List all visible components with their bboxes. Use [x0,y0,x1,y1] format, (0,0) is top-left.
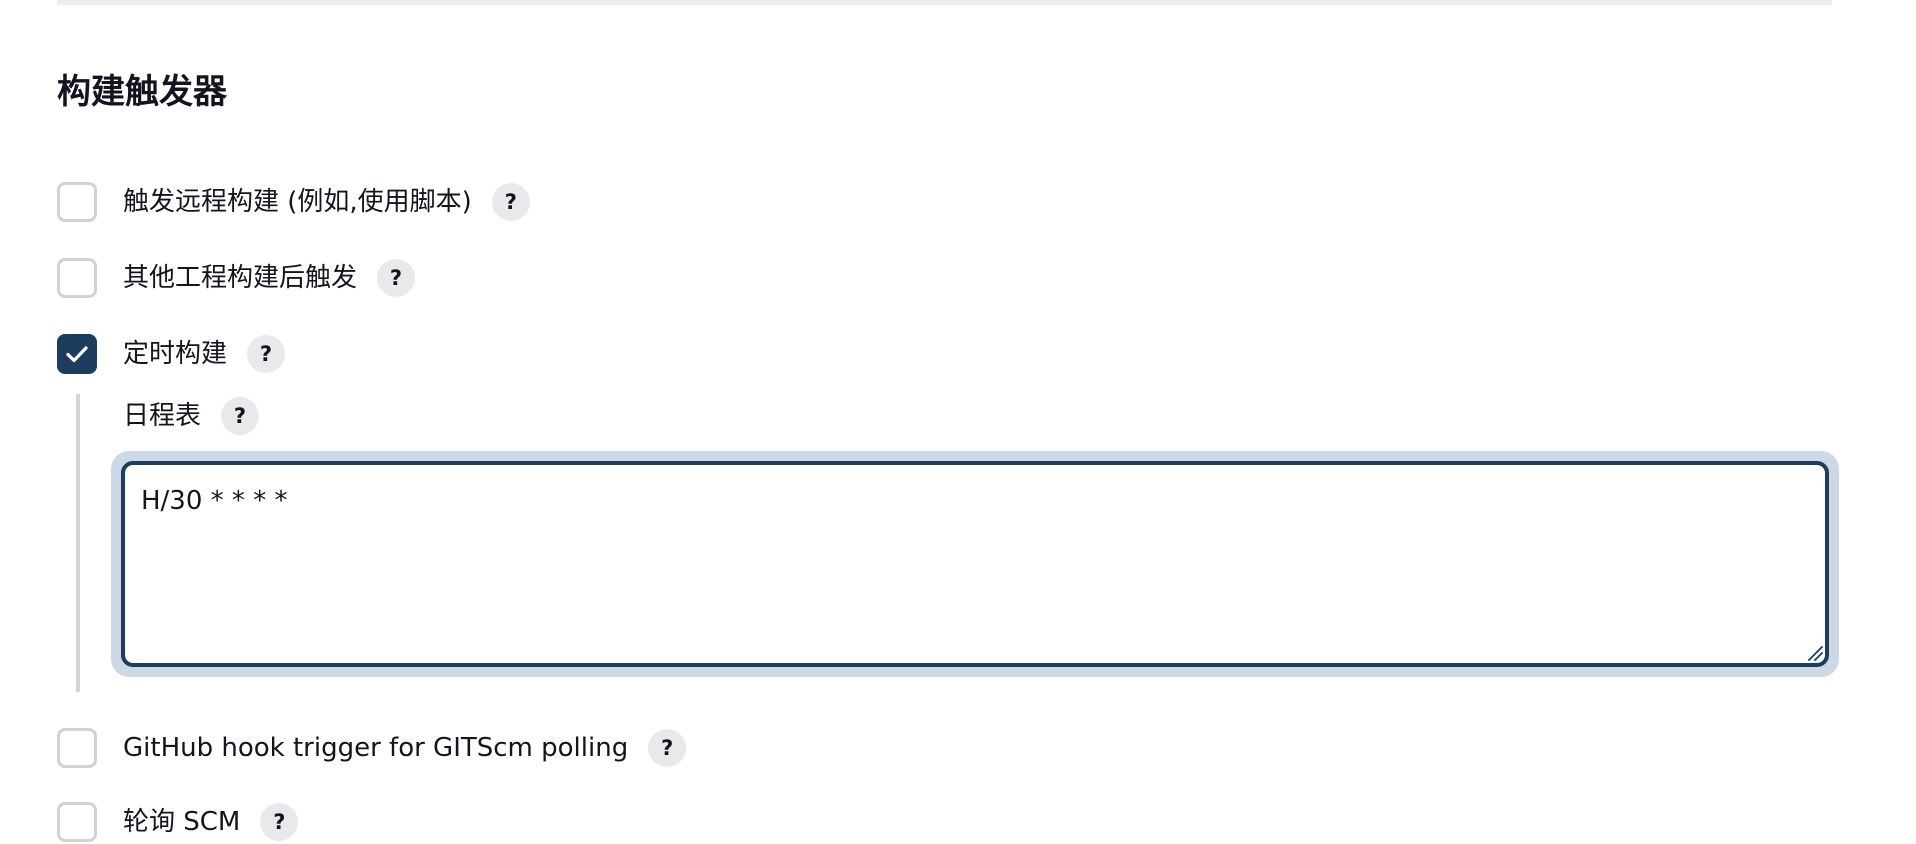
top-divider [57,0,1832,5]
trigger-github-hook-help-icon[interactable]: ? [648,729,687,767]
schedule-label: 日程表 [123,401,202,431]
trigger-poll-scm-row: 轮询 SCM ? [57,800,299,844]
trigger-remote-build-row: 触发远程构建 (例如,使用脚本) ? [57,180,530,224]
trigger-after-other-projects-row: 其他工程构建后触发 ? [57,256,416,300]
trigger-remote-build-checkbox[interactable] [57,182,97,222]
trigger-github-hook-label[interactable]: GitHub hook trigger for GITScm polling [123,730,628,766]
trigger-poll-scm-help-icon[interactable]: ? [260,803,299,841]
trigger-periodic-build-label[interactable]: 定时构建 [123,336,227,372]
trigger-periodic-build-help-icon[interactable]: ? [247,335,286,373]
nested-section-bar [76,394,80,692]
trigger-github-hook-checkbox[interactable] [57,728,97,768]
trigger-remote-build-label[interactable]: 触发远程构建 (例如,使用脚本) [123,184,472,220]
trigger-periodic-build-row: 定时构建 ? [57,332,286,376]
trigger-github-hook-row: GitHub hook trigger for GITScm polling ? [57,726,687,770]
trigger-after-other-projects-help-icon[interactable]: ? [377,259,416,297]
schedule-label-row: 日程表 ? [123,394,260,438]
resize-grip-icon[interactable] [1805,643,1823,661]
trigger-after-other-projects-checkbox[interactable] [57,258,97,298]
schedule-textarea[interactable]: H/30 * * * * [121,461,1829,667]
schedule-help-icon[interactable]: ? [221,397,260,435]
trigger-remote-build-help-icon[interactable]: ? [491,183,530,221]
trigger-poll-scm-label[interactable]: 轮询 SCM [123,804,240,840]
trigger-after-other-projects-label[interactable]: 其他工程构建后触发 [123,260,357,296]
section-title: 构建触发器 [57,72,227,112]
check-icon [66,346,88,363]
trigger-periodic-build-checkbox[interactable] [57,334,97,374]
trigger-poll-scm-checkbox[interactable] [57,802,97,842]
